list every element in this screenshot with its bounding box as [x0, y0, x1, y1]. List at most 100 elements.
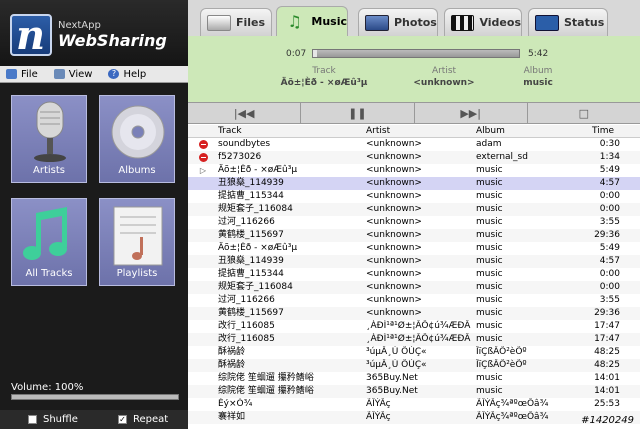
cell-artist: ÃÎÝÂç	[366, 399, 391, 409]
row-status-cell	[188, 281, 218, 294]
header-album[interactable]: Album	[476, 125, 586, 137]
cell-album: ÎïÇßÂÔ²èÕº	[476, 360, 527, 370]
table-row[interactable]: 提掂曹_115344 <unknown> music 0:00	[188, 268, 640, 281]
playlists-label: Playlists	[116, 268, 158, 279]
table-row[interactable]: 丑狼燊_114939 <unknown> music 4:57	[188, 255, 640, 268]
cell-album: ÃÎÝÂç¾ªºœÕâ¾	[476, 399, 549, 409]
cell-artist: <unknown>	[366, 295, 422, 305]
row-status-cell	[188, 385, 218, 398]
music-note-icon	[23, 207, 67, 260]
row-status-cell	[188, 177, 218, 190]
cell-artist: <unknown>	[366, 230, 422, 240]
pause-icon: ❚❚	[348, 106, 367, 120]
cell-time: 14:01	[594, 373, 620, 383]
table-row[interactable]: 规矩套子_116084 <unknown> music 0:00	[188, 281, 640, 294]
table-row[interactable]: 褰祥如 ÃÎÝÂç ÃÎÝÂç¾ªºœÕâ¾	[188, 411, 640, 424]
cell-track: f5273026	[218, 152, 262, 162]
playlists-tile[interactable]: Playlists	[99, 198, 175, 286]
sidebar: n NextApp WebSharing File View ? Help Ar…	[0, 0, 188, 429]
row-status-cell	[188, 333, 218, 346]
cell-artist: <unknown>	[366, 308, 422, 318]
cell-album: music	[476, 256, 503, 266]
table-row[interactable]: 丑狼燊_114939 <unknown> music 4:57	[188, 177, 640, 190]
header-track[interactable]: Track	[218, 125, 366, 137]
tab-files[interactable]: Files	[200, 8, 272, 36]
shuffle-toggle[interactable]: Shuffle	[28, 414, 78, 425]
cell-time: 5:49	[599, 243, 620, 253]
tab-music-label: Music	[311, 15, 347, 28]
table-row[interactable]: 酥祸龄 ³úµÂ¸Ù ÔÚÇ« ÎïÇßÂÔ²èÕº 48:25	[188, 346, 640, 359]
tab-status[interactable]: Status	[528, 8, 608, 36]
album-heading: Album	[523, 66, 553, 76]
tab-videos[interactable]: Videos	[444, 8, 522, 36]
table-row[interactable]: 黄鹤楼_115697 <unknown> music 29:36	[188, 307, 640, 320]
cell-time: 3:55	[599, 295, 620, 305]
menu-help[interactable]: ? Help	[108, 69, 146, 80]
pause-button[interactable]: ❚❚	[301, 103, 415, 123]
cell-artist: <unknown>	[366, 256, 422, 266]
cell-album: music	[476, 282, 503, 292]
cell-track: Äõ±¦Èð - ×øÆû³µ	[218, 243, 298, 253]
cell-artist: <unknown>	[366, 152, 422, 162]
cell-album: music	[476, 191, 503, 201]
cell-album: music	[476, 269, 503, 279]
elapsed-time: 0:07	[286, 49, 307, 59]
table-row[interactable]: f5273026 <unknown> external_sd 1:34	[188, 151, 640, 164]
table-row[interactable]: soundbytes <unknown> adam 0:30	[188, 138, 640, 151]
table-row[interactable]: Èý×Ó¾ ÃÎÝÂç ÃÎÝÂç¾ªºœÕâ¾ 25:53	[188, 398, 640, 411]
table-row[interactable]: 综院佬 笙蛔遛 攥矜鳍峪 365Buy.Net music 14:01	[188, 372, 640, 385]
track-table: Track Artist Album Time soundbytes <unkno…	[188, 125, 640, 429]
menu-file[interactable]: File	[6, 69, 38, 80]
next-button[interactable]: ▶▶|	[415, 103, 528, 123]
header-artist[interactable]: Artist	[366, 125, 476, 137]
all-tracks-tile[interactable]: All Tracks	[11, 198, 87, 286]
cell-album: music	[476, 334, 503, 344]
cell-artist: <unknown>	[366, 243, 422, 253]
cell-album: music	[476, 178, 503, 188]
table-row[interactable]: 提掂曹_115344 <unknown> music 0:00	[188, 190, 640, 203]
cell-artist: 365Buy.Net	[366, 373, 418, 383]
table-row[interactable]: 规矩套子_116084 <unknown> music 0:00	[188, 203, 640, 216]
cell-album: external_sd	[476, 152, 528, 162]
table-row[interactable]: 酥祸龄 ³úµÂ¸Ù ÔÚÇ« ÎïÇßÂÔ²èÕº 48:25	[188, 359, 640, 372]
tab-music[interactable]: ♫ Music	[276, 6, 348, 36]
row-status-cell	[188, 320, 218, 333]
monitor-icon	[535, 14, 559, 31]
table-row[interactable]: 综院佬 笙蛔遛 攥矜鳍峪 365Buy.Net music 14:01	[188, 385, 640, 398]
header-time[interactable]: Time	[586, 125, 630, 137]
table-row[interactable]: 过河_116266 <unknown> music 3:55	[188, 294, 640, 307]
album-value: music	[523, 78, 553, 88]
table-row[interactable]: 改行_116085 ¸ÀÐÌ¹ª¹Ø±¦ÃÔ¢ú¾ÆÐÂ music 17:47	[188, 333, 640, 346]
row-status-cell	[188, 216, 218, 229]
brand-small: NextApp	[58, 20, 101, 31]
music-icon: ♫	[287, 11, 302, 31]
cell-album: music	[476, 386, 503, 396]
track-progress-bar[interactable]	[312, 49, 520, 58]
repeat-toggle[interactable]: ✓ Repeat	[118, 414, 168, 425]
previous-button[interactable]: |◀◀	[188, 103, 302, 123]
albums-tile[interactable]: Albums	[99, 95, 175, 183]
cell-album: music	[476, 165, 503, 175]
cell-time: 17:47	[594, 321, 620, 331]
cell-track: 提掂曹_115344	[218, 269, 284, 279]
volume-label: Volume: 100%	[11, 382, 84, 393]
table-row[interactable]: Äõ±¦Èð - ×øÆû³µ <unknown> music 5:49	[188, 242, 640, 255]
shuffle-label: Shuffle	[43, 414, 78, 425]
repeat-checkbox[interactable]: ✓	[118, 415, 127, 424]
stop-button[interactable]: □	[528, 103, 640, 123]
shuffle-checkbox[interactable]	[28, 415, 37, 424]
table-row[interactable]: 黄鹤楼_115697 <unknown> music 29:36	[188, 229, 640, 242]
table-row[interactable]: 过河_116266 <unknown> music 3:55	[188, 216, 640, 229]
volume-slider[interactable]	[11, 394, 179, 400]
cell-artist: ¸ÀÐÌ¹ª¹Ø±¦ÃÔ¢ú¾ÆÐÂ	[366, 321, 471, 331]
table-row[interactable]: ▷ Äõ±¦Èð - ×øÆû³µ <unknown> music 5:49	[188, 164, 640, 177]
tab-photos[interactable]: Photos	[358, 8, 438, 36]
row-status-cell	[188, 411, 218, 424]
table-row[interactable]: 改行_116085 ¸ÀÐÌ¹ª¹Ø±¦ÃÔ¢ú¾ÆÐÂ music 17:47	[188, 320, 640, 333]
artists-tile[interactable]: Artists	[11, 95, 87, 183]
menu-view[interactable]: View	[53, 69, 92, 80]
row-status-cell	[188, 307, 218, 320]
row-status-cell	[188, 398, 218, 411]
cell-album: ÃÎÝÂç¾ªºœÕâ¾	[476, 412, 549, 422]
now-playing-album: Album music	[488, 66, 588, 88]
